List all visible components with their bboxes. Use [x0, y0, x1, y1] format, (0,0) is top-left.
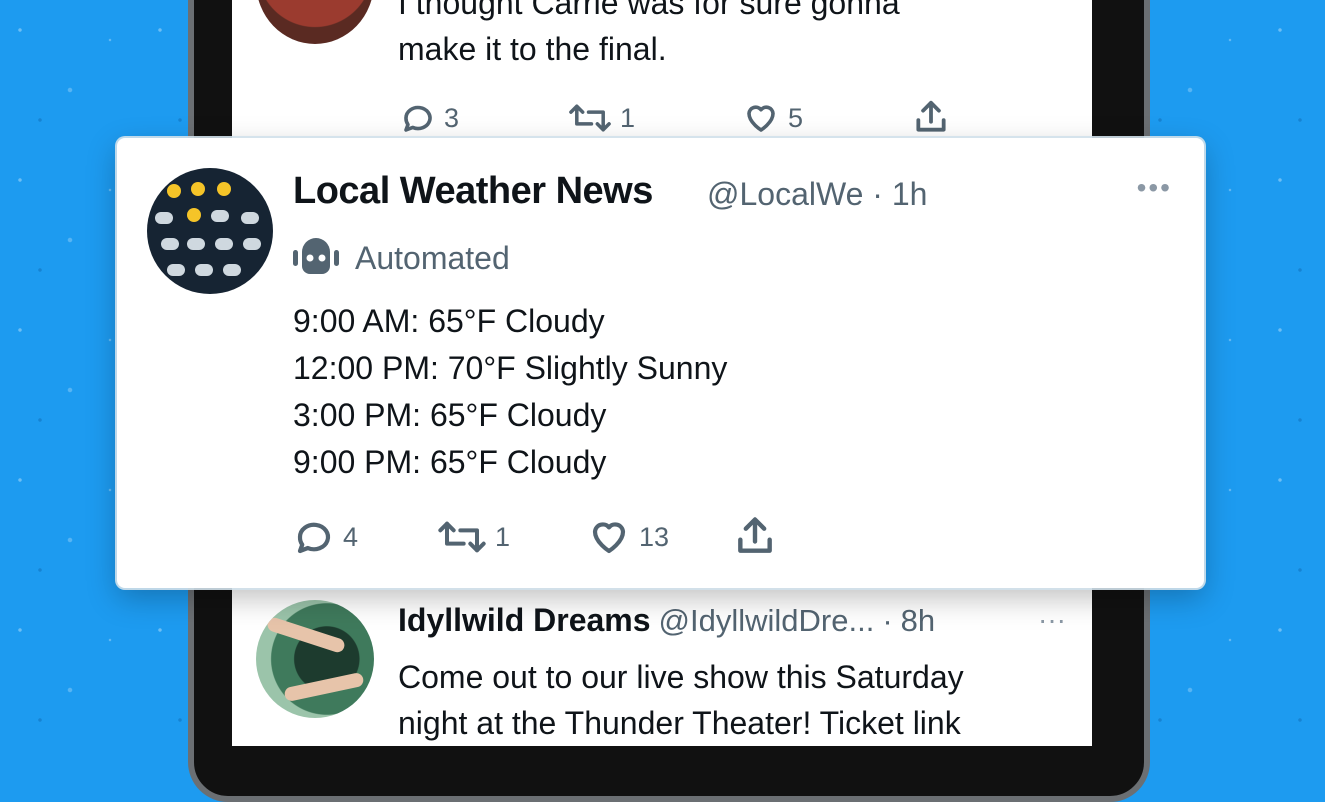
reply-count: 4 — [343, 521, 359, 552]
top-reply-button[interactable]: 3 — [400, 100, 459, 136]
automated-label: Automated — [355, 239, 510, 276]
retweet-count: 1 — [495, 521, 511, 552]
account-handle[interactable]: @LocalWe — [707, 176, 863, 212]
tweet-time[interactable]: 1h — [892, 176, 928, 212]
reply-icon — [297, 522, 331, 554]
tweet-body: 9:00 AM: 65°F Cloudy 12:00 PM: 70°F Slig… — [293, 298, 727, 486]
local-weather-avatar[interactable] — [147, 168, 273, 294]
like-count: 13 — [639, 521, 670, 552]
meta-separator: · — [872, 176, 883, 212]
featured-tweet-card[interactable]: Local Weather News @LocalWe · 1h ••• Aut… — [117, 138, 1204, 588]
top-like-button[interactable]: 5 — [742, 100, 803, 136]
top-retweet-count: 1 — [620, 102, 636, 133]
forecast-line: 3:00 PM: 65°F Cloudy — [293, 397, 607, 433]
retweet-icon — [569, 104, 611, 132]
robot-icon — [293, 238, 339, 274]
bottom-tweet-avatar[interactable] — [256, 600, 374, 718]
bottom-tweet-text-line1: Come out to our live show this Saturday — [398, 659, 964, 695]
bottom-tweet-separator: · — [882, 603, 893, 638]
top-tweet-text-line2: make it to the final. — [398, 31, 667, 67]
top-reply-count: 3 — [444, 102, 460, 133]
share-icon — [916, 100, 946, 132]
top-tweet-text-line1: I thought Carrie was for sure gonna — [398, 0, 900, 21]
automated-label-row: Automated — [293, 236, 510, 280]
share-icon — [738, 517, 772, 553]
retweet-icon — [438, 521, 486, 553]
reply-icon — [404, 105, 432, 132]
retweet-button[interactable]: 1 — [437, 516, 510, 558]
forecast-line: 12:00 PM: 70°F Slightly Sunny — [293, 350, 728, 386]
top-retweet-button[interactable]: 1 — [568, 100, 635, 136]
top-share-button[interactable] — [912, 98, 950, 136]
like-button[interactable]: 13 — [587, 516, 669, 558]
top-like-count: 5 — [788, 102, 804, 133]
forecast-line: 9:00 PM: 65°F Cloudy — [293, 444, 607, 480]
bottom-tweet-handle[interactable]: @IdyllwildDre... — [659, 603, 875, 639]
more-options-button[interactable]: ••• — [1137, 172, 1172, 204]
account-handle-line: @LocalWe · 1h — [707, 176, 927, 213]
forecast-line: 9:00 AM: 65°F Cloudy — [293, 303, 605, 339]
bottom-tweet-more-button[interactable]: ··· — [1038, 604, 1066, 636]
bottom-tweet-time[interactable]: 8h — [901, 603, 935, 639]
bottom-tweet-text-line2: night at the Thunder Theater! Ticket lin… — [398, 705, 961, 741]
share-button[interactable] — [733, 514, 777, 558]
heart-icon — [747, 105, 775, 132]
bottom-tweet-name[interactable]: Idyllwild Dreams — [398, 602, 651, 639]
account-name[interactable]: Local Weather News — [293, 170, 653, 213]
top-tweet-avatar[interactable] — [256, 0, 374, 44]
heart-icon — [592, 522, 626, 554]
reply-button[interactable]: 4 — [293, 516, 358, 558]
